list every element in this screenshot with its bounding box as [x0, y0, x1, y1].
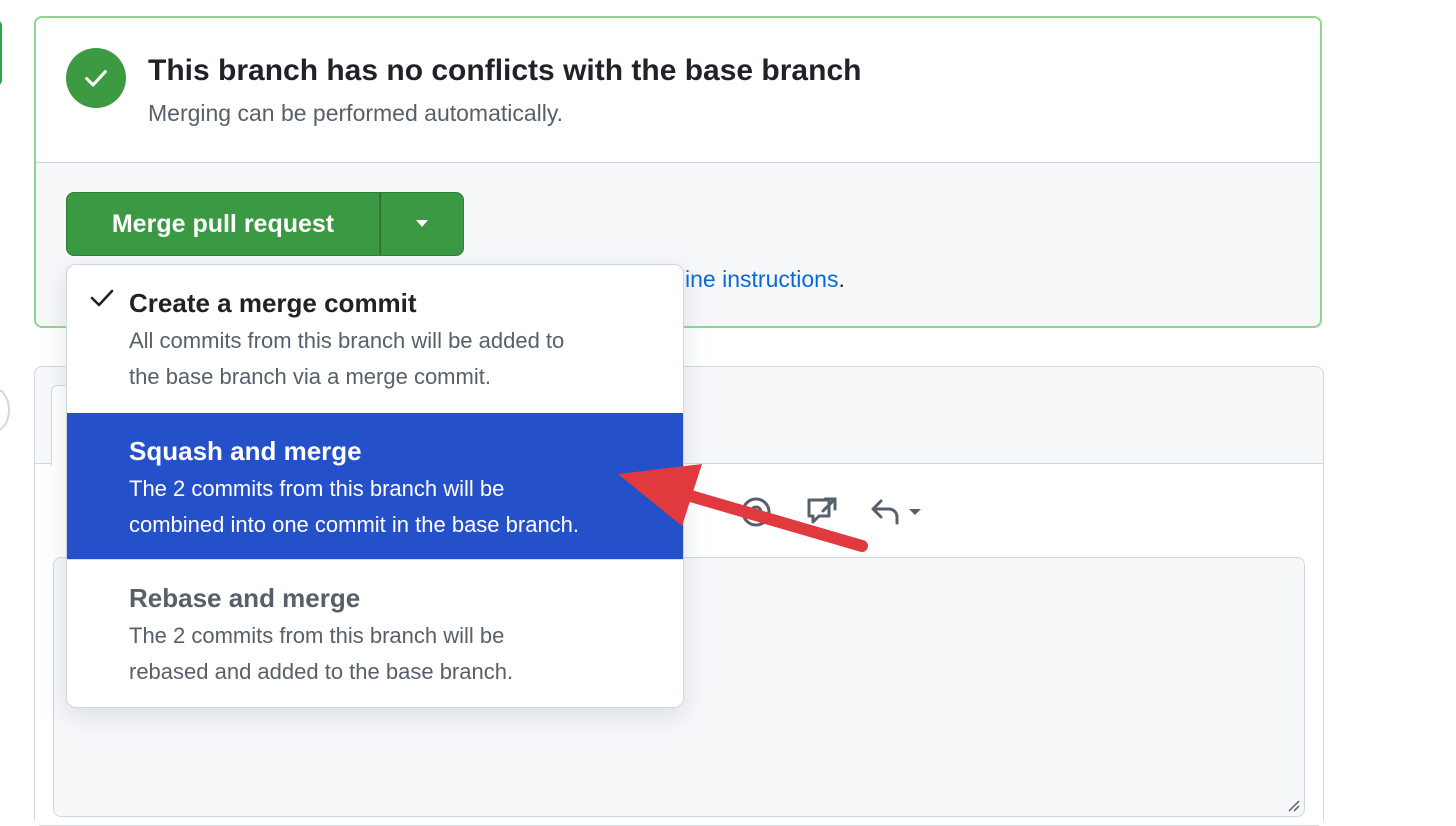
- merge-option-desc-line1: All commits from this branch will be add…: [129, 328, 565, 353]
- merge-button-group: Merge pull request: [66, 192, 464, 256]
- merge-method-dropdown-toggle[interactable]: [380, 192, 464, 256]
- merge-option-desc-line2: the base branch via a merge commit.: [129, 364, 491, 389]
- merge-method-dropdown: Create a merge commit All commits from t…: [66, 264, 684, 708]
- check-circle-icon: [66, 48, 126, 108]
- red-arrow-annotation: [618, 464, 868, 552]
- merge-status-subtitle: Merging can be performed automatically.: [148, 100, 564, 126]
- merge-option-desc-line1: The 2 commits from this branch will be: [129, 623, 505, 648]
- cli-hint-suffix: .: [838, 266, 845, 292]
- timeline-avatar: [0, 388, 10, 432]
- merge-option-create-merge-commit[interactable]: Create a merge commit All commits from t…: [67, 265, 683, 413]
- check-icon: [90, 289, 114, 307]
- merge-option-title: Rebase and merge: [129, 583, 361, 613]
- triangle-down-icon: [416, 220, 428, 227]
- merge-option-squash-and-merge[interactable]: Squash and merge The 2 commits from this…: [67, 413, 683, 559]
- timeline-badge: [0, 20, 2, 86]
- resize-handle-icon[interactable]: [1286, 798, 1300, 812]
- merge-option-title: Create a merge commit: [129, 288, 417, 318]
- merge-pull-request-button[interactable]: Merge pull request: [66, 192, 380, 256]
- merge-option-desc-line2: rebased and added to the base branch.: [129, 659, 514, 684]
- merge-status-header: This branch has no conflicts with the ba…: [36, 18, 1320, 163]
- merge-option-rebase-and-merge[interactable]: Rebase and merge The 2 commits from this…: [67, 560, 683, 707]
- merge-status-title: This branch has no conflicts with the ba…: [148, 54, 862, 87]
